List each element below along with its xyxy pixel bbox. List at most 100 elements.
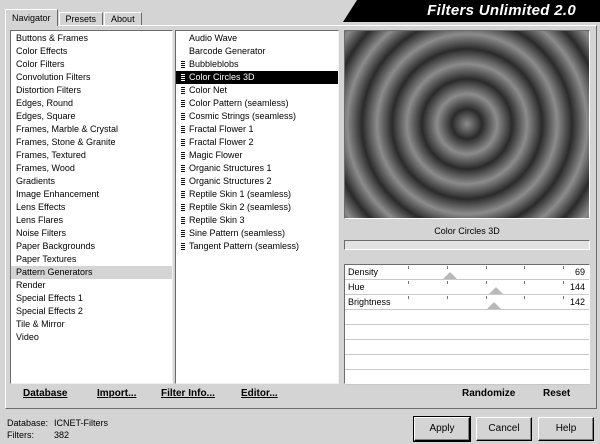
slider-label: Density bbox=[348, 267, 379, 277]
slider-track[interactable] bbox=[408, 265, 564, 279]
filter-item[interactable]: Magic Flower bbox=[176, 149, 338, 162]
slider-tick bbox=[524, 266, 526, 269]
tab-presets[interactable]: Presets bbox=[58, 12, 104, 26]
category-item[interactable]: Frames, Marble & Crystal bbox=[11, 123, 172, 136]
slider-label: Hue bbox=[348, 282, 365, 292]
category-item[interactable]: Frames, Textured bbox=[11, 149, 172, 162]
bullet-slot bbox=[181, 188, 189, 201]
filter-item[interactable]: Color Pattern (seamless) bbox=[176, 97, 338, 110]
tab-bar: Navigator Presets About bbox=[5, 9, 143, 26]
filter-item[interactable]: Barcode Generator bbox=[176, 45, 338, 58]
database-label: Database bbox=[23, 388, 68, 399]
filter-item-label: Organic Structures 1 bbox=[189, 163, 272, 173]
filter-marker-icon bbox=[181, 243, 185, 250]
filter-item[interactable]: Tangent Pattern (seamless) bbox=[176, 240, 338, 253]
filter-item[interactable]: Cosmic Strings (seamless) bbox=[176, 110, 338, 123]
slider-tick bbox=[563, 266, 564, 269]
filter-item[interactable]: Color Circles 3D bbox=[176, 71, 338, 84]
bullet-slot bbox=[181, 136, 189, 149]
filter-item-label: Cosmic Strings (seamless) bbox=[189, 111, 297, 121]
filter-marker-icon bbox=[181, 61, 185, 68]
editor-button[interactable]: Editor... bbox=[241, 388, 278, 402]
slider-thumb[interactable] bbox=[442, 272, 457, 279]
import-label: Import... bbox=[97, 388, 137, 399]
filter-item[interactable]: Bubbleblobs bbox=[176, 58, 338, 71]
category-item[interactable]: Lens Effects bbox=[11, 201, 172, 214]
filter-list[interactable]: Audio Wave Barcode Generator Bubbleblobs Co… bbox=[175, 30, 339, 384]
slider-tick bbox=[485, 281, 487, 284]
filter-info-button[interactable]: Filter Info... bbox=[161, 388, 215, 402]
category-item[interactable]: Lens Flares bbox=[11, 214, 172, 227]
help-button[interactable]: Help bbox=[538, 417, 594, 441]
category-item[interactable]: Convolution Filters bbox=[11, 71, 172, 84]
category-item[interactable]: Image Enhancement bbox=[11, 188, 172, 201]
category-item[interactable]: Paper Textures bbox=[11, 253, 172, 266]
slider-thumb[interactable] bbox=[487, 302, 502, 309]
slider-tick bbox=[524, 281, 526, 284]
slider-tick bbox=[563, 296, 564, 299]
category-item[interactable]: Frames, Wood bbox=[11, 162, 172, 175]
bullet-slot bbox=[181, 84, 189, 97]
progress-bar bbox=[344, 240, 590, 250]
filter-item[interactable]: Reptile Skin 1 (seamless) bbox=[176, 188, 338, 201]
database-button[interactable]: Database bbox=[23, 388, 67, 402]
filters-status-value: 382 bbox=[54, 430, 70, 440]
bullet-slot bbox=[181, 201, 189, 214]
filter-item[interactable]: Fractal Flower 1 bbox=[176, 123, 338, 136]
filter-item-label: Color Pattern (seamless) bbox=[189, 98, 289, 108]
tab-about[interactable]: About bbox=[104, 12, 142, 26]
filter-item[interactable]: Organic Structures 1 bbox=[176, 162, 338, 175]
category-item[interactable]: Color Filters bbox=[11, 58, 172, 71]
category-item[interactable]: Noise Filters bbox=[11, 227, 172, 240]
filter-item[interactable]: Fractal Flower 2 bbox=[176, 136, 338, 149]
category-list[interactable]: Buttons & Frames Color Effects Color Filte… bbox=[10, 30, 173, 384]
empty-slider-row bbox=[345, 355, 589, 370]
slider-track[interactable] bbox=[408, 280, 564, 294]
slider-tick bbox=[563, 281, 564, 284]
category-item[interactable]: Frames, Stone & Granite bbox=[11, 136, 172, 149]
import-button[interactable]: Import... bbox=[97, 388, 136, 402]
category-item[interactable]: Distortion Filters bbox=[11, 84, 172, 97]
apply-button[interactable]: Apply bbox=[413, 416, 471, 442]
slider-value: 144 bbox=[569, 282, 585, 292]
category-item[interactable]: Color Effects bbox=[11, 45, 172, 58]
bullet-slot bbox=[181, 214, 189, 227]
category-item[interactable]: Special Effects 1 bbox=[11, 292, 172, 305]
category-item[interactable]: Buttons & Frames bbox=[11, 32, 172, 45]
filter-item[interactable]: Audio Wave bbox=[176, 32, 338, 45]
filter-item[interactable]: Sine Pattern (seamless) bbox=[176, 227, 338, 240]
database-status: Database: ICNET-Filters bbox=[7, 418, 108, 428]
slider-track[interactable] bbox=[408, 295, 564, 309]
slider-value: 142 bbox=[569, 297, 585, 307]
bullet-slot bbox=[181, 58, 189, 71]
slider-hue[interactable]: Hue 144 bbox=[345, 280, 589, 295]
category-item[interactable]: Pattern Generators bbox=[11, 266, 172, 279]
slider-thumb[interactable] bbox=[488, 287, 503, 294]
category-item[interactable]: Tile & Mirror bbox=[11, 318, 172, 331]
category-item[interactable]: Special Effects 2 bbox=[11, 305, 172, 318]
reset-button[interactable]: Reset bbox=[543, 388, 570, 402]
filter-item[interactable]: Color Net bbox=[176, 84, 338, 97]
filter-item[interactable]: Reptile Skin 2 (seamless) bbox=[176, 201, 338, 214]
filter-item[interactable]: Reptile Skin 3 bbox=[176, 214, 338, 227]
randomize-button[interactable]: Randomize bbox=[462, 388, 515, 402]
slider-density[interactable]: Density 69 bbox=[345, 265, 589, 280]
filter-item[interactable]: Organic Structures 2 bbox=[176, 175, 338, 188]
category-item[interactable]: Paper Backgrounds bbox=[11, 240, 172, 253]
database-status-value: ICNET-Filters bbox=[54, 418, 108, 428]
empty-slider-row bbox=[345, 325, 589, 340]
app-title: Filters Unlimited 2.0 bbox=[427, 2, 576, 19]
tab-navigator[interactable]: Navigator bbox=[5, 9, 58, 26]
category-item[interactable]: Gradients bbox=[11, 175, 172, 188]
cancel-button[interactable]: Cancel bbox=[476, 417, 532, 441]
slider-tick bbox=[485, 266, 487, 269]
slider-brightness[interactable]: Brightness 142 bbox=[345, 295, 589, 310]
bullet-slot bbox=[181, 71, 189, 84]
category-item[interactable]: Edges, Square bbox=[11, 110, 172, 123]
filter-item-label: Magic Flower bbox=[189, 150, 243, 160]
category-item[interactable]: Render bbox=[11, 279, 172, 292]
empty-slider-row bbox=[345, 310, 589, 325]
filter-item-label: Organic Structures 2 bbox=[189, 176, 272, 186]
category-item[interactable]: Edges, Round bbox=[11, 97, 172, 110]
category-item[interactable]: Video bbox=[11, 331, 172, 344]
